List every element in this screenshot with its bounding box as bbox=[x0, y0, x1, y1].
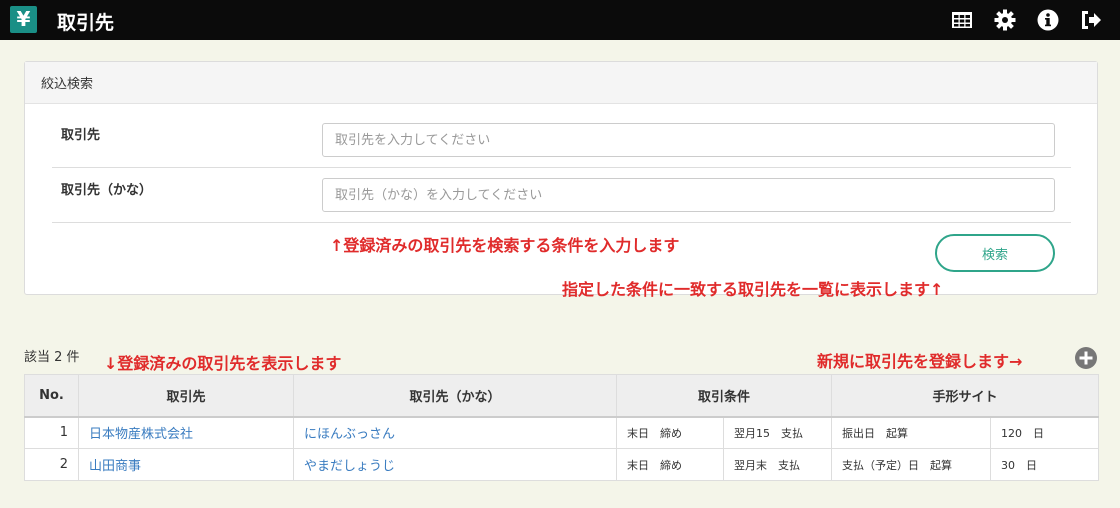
table-row[interactable]: 1 日本物産株式会社 にほんぶっさん 末日 締め 翌月15 支払 振出日 起算 … bbox=[24, 416, 1100, 449]
partner-table: No. 取引先 取引先（かな） 取引条件 手形サイト 1 日本物産株式会社 にほ… bbox=[24, 374, 1100, 481]
bill-site-basis: 振出日 起算 bbox=[831, 416, 992, 449]
top-bar: ¥ 取引先 bbox=[0, 0, 1120, 40]
info-icon[interactable] bbox=[1036, 8, 1060, 32]
add-partner-button[interactable] bbox=[1074, 346, 1098, 370]
add-hint-annotation: 新規に取引先を登録します→ bbox=[817, 352, 1023, 371]
table-icon[interactable] bbox=[950, 8, 974, 32]
field-divider bbox=[52, 222, 1071, 223]
partner-kana-link[interactable]: やまだしょうじ bbox=[304, 459, 395, 474]
column-header-name[interactable]: 取引先 bbox=[78, 374, 294, 417]
column-header-bill-site[interactable]: 手形サイト bbox=[831, 374, 1100, 417]
table-row[interactable]: 2 山田商事 やまだしょうじ 末日 締め 翌月末 支払 支払（予定）日 起算 3… bbox=[24, 448, 1100, 481]
name-search-input[interactable] bbox=[322, 123, 1055, 157]
bill-site-days: 30 日 bbox=[990, 448, 1100, 481]
payment-term: 翌月15 支払 bbox=[722, 416, 833, 449]
yen-logo-icon: ¥ bbox=[10, 6, 37, 33]
logout-icon[interactable] bbox=[1078, 8, 1102, 32]
column-header-terms[interactable]: 取引条件 bbox=[615, 374, 833, 417]
search-panel: 絞込検索 取引先 取引先（かな） 検索 bbox=[24, 61, 1098, 295]
partner-kana-link[interactable]: にほんぶっさん bbox=[304, 427, 395, 442]
search-hint-annotation: ↑登録済みの取引先を検索する条件を入力します bbox=[330, 236, 680, 255]
bill-site-days: 120 日 bbox=[990, 416, 1100, 449]
bill-site-basis: 支払（予定）日 起算 bbox=[831, 448, 992, 481]
name-field-label: 取引先 bbox=[61, 128, 101, 143]
column-header-no[interactable]: No. bbox=[24, 374, 79, 417]
table-header-row: No. 取引先 取引先（かな） 取引条件 手形サイト bbox=[24, 374, 1100, 417]
payment-term: 翌月末 支払 bbox=[722, 448, 833, 481]
result-count: 該当 2 件 bbox=[24, 350, 80, 365]
plus-circle-icon bbox=[1075, 347, 1097, 369]
kana-search-input[interactable] bbox=[322, 178, 1055, 212]
partner-name-link[interactable]: 日本物産株式会社 bbox=[89, 427, 193, 442]
field-divider bbox=[52, 167, 1071, 168]
list-hint-annotation: ↓登録済みの取引先を表示します bbox=[104, 354, 342, 373]
button-hint-annotation: 指定した条件に一致する取引先を一覧に表示します↑ bbox=[562, 280, 944, 299]
closing-term: 末日 締め bbox=[616, 448, 724, 481]
search-panel-heading: 絞込検索 bbox=[25, 62, 1097, 104]
kana-field-label: 取引先（かな） bbox=[61, 183, 153, 198]
column-header-kana[interactable]: 取引先（かな） bbox=[293, 374, 617, 417]
row-number: 1 bbox=[24, 416, 79, 449]
search-button[interactable]: 検索 bbox=[935, 234, 1055, 272]
gear-icon[interactable] bbox=[993, 8, 1017, 32]
row-number: 2 bbox=[24, 448, 79, 481]
closing-term: 末日 締め bbox=[616, 416, 724, 449]
page-title: 取引先 bbox=[57, 12, 115, 34]
partner-name-link[interactable]: 山田商事 bbox=[89, 459, 141, 474]
